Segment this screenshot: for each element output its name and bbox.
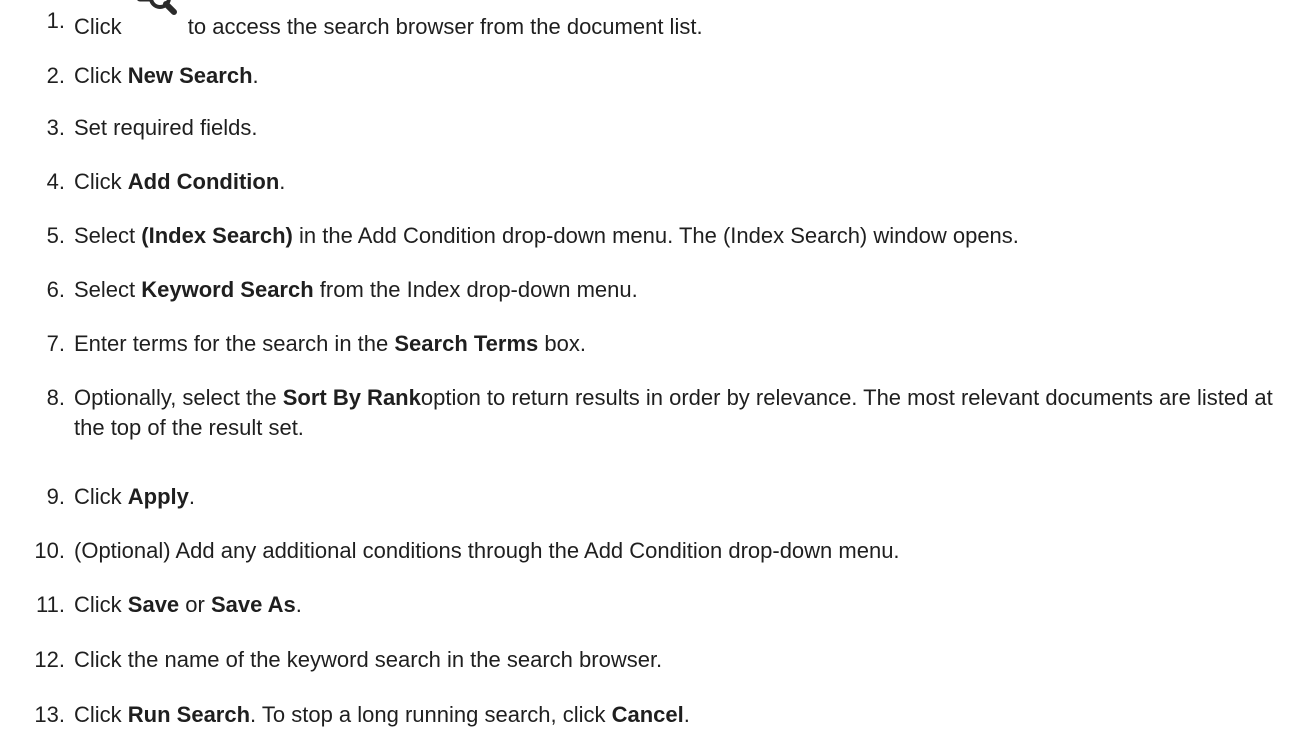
step-text-segment: Click the name of the keyword search in …	[74, 647, 663, 672]
step-text-segment: .	[683, 702, 690, 727]
ui-term: Run Search	[127, 702, 251, 727]
ui-term: (Index Search)	[141, 223, 293, 248]
step-text-segment: Click	[74, 63, 128, 88]
step-text: Click Save or Save As.	[74, 590, 1284, 620]
step-text-segment: Click	[74, 702, 128, 727]
step-number: 9.	[46, 484, 65, 509]
step-text: (Optional) Add any additional conditions…	[74, 536, 1284, 566]
step-text: Click Run Search. To stop a long running…	[74, 700, 1284, 730]
ui-term: Save As	[210, 592, 296, 617]
step-number: 4.	[46, 169, 65, 194]
step-number: 8.	[46, 385, 65, 410]
step-number: 13.	[34, 702, 65, 727]
step-number: 2.	[46, 63, 65, 88]
step-text-segment: Click	[74, 169, 128, 194]
step-text-segment: Select	[74, 223, 142, 248]
step-text: Select Keyword Search from the Index dro…	[74, 275, 1284, 305]
step-text-segment: in the Add Condition drop-down menu. The…	[292, 223, 1019, 248]
step-text: Optionally, select the Sort By Rankoptio…	[74, 383, 1284, 443]
ui-term: Apply	[127, 484, 189, 509]
step-number: 12.	[34, 647, 65, 672]
step-text-segment: Enter terms for the search in the	[74, 331, 395, 356]
ui-term: Save	[127, 592, 180, 617]
step-text-segment: Optionally, select the	[74, 385, 283, 410]
step-number: 11.	[36, 592, 65, 617]
step-text-segment: .	[252, 63, 259, 88]
instruction-steps: 1. Click to access the search browser fro…	[0, 0, 1294, 751]
step-number: 10.	[34, 538, 65, 563]
search-browser-icon	[136, 0, 188, 38]
step-number: 7.	[46, 331, 65, 356]
step-text-segment: box.	[538, 331, 586, 356]
step-text-segment: Click	[74, 592, 128, 617]
step-text-segment: .	[295, 592, 302, 617]
step-number: 5.	[46, 223, 65, 248]
step-text-segment: from the Index drop-down menu.	[313, 277, 638, 302]
step-text-segment: Click	[74, 14, 128, 39]
step-text-segment: .	[188, 484, 196, 509]
step-text: Enter terms for the search in the Search…	[74, 329, 1284, 359]
step-text: Click New Search.	[74, 61, 1284, 91]
ui-term: Search Terms	[394, 331, 539, 356]
step-text: Click Apply.	[74, 482, 1284, 512]
ui-term: Add Condition	[127, 169, 280, 194]
step-text-segment: .	[279, 169, 286, 194]
step-text: Select (Index Search) in the Add Conditi…	[74, 221, 1284, 251]
step-number: 3.	[46, 115, 65, 140]
ui-term: Keyword Search	[141, 277, 314, 302]
step-text: Click the name of the keyword search in …	[74, 645, 1284, 675]
step-text-segment: Set required fields.	[74, 115, 258, 140]
step-text: Click to access the search browser from …	[74, 0, 1284, 42]
ui-term: Sort By Rank	[282, 385, 421, 410]
ui-term: New Search	[127, 63, 253, 88]
ui-term: Cancel	[611, 702, 684, 727]
step-text-segment: (Optional) Add any additional conditions…	[74, 538, 900, 563]
step-number: 1.	[46, 8, 65, 33]
step-number: 6.	[46, 277, 65, 302]
step-text-segment: . To stop a long running search, click	[250, 702, 612, 727]
step-text: Click Add Condition.	[74, 167, 1284, 197]
step-text-segment: or	[179, 592, 211, 617]
step-text-segment: Select	[74, 277, 142, 302]
step-text-segment: to access the search browser from the do…	[187, 14, 703, 39]
step-text-segment: Click	[74, 484, 128, 509]
step-text: Set required fields.	[74, 113, 1284, 143]
